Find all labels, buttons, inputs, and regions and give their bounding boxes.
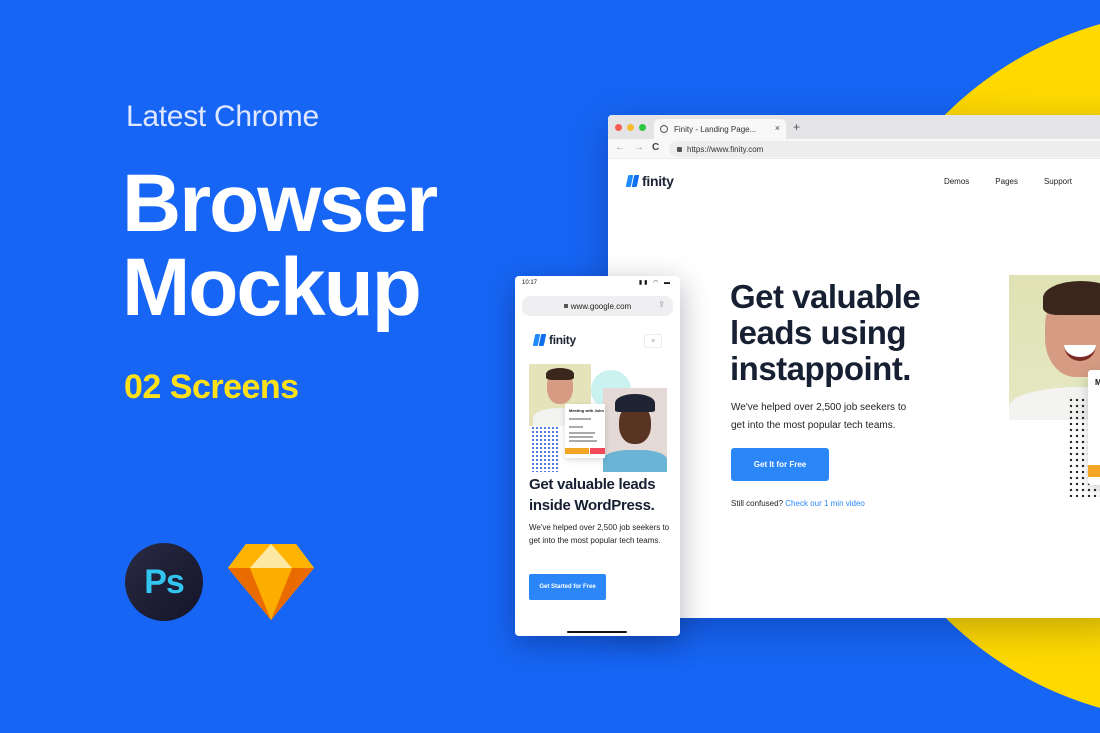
get-it-free-button[interactable]: Get It for Free — [731, 448, 829, 481]
url-input[interactable]: https://www.finity.com — [669, 141, 1100, 157]
globe-icon — [660, 125, 668, 133]
minimize-window-button[interactable] — [627, 124, 634, 131]
photo-shirt — [603, 450, 667, 472]
mobile-hero-art: Meeting with John — [529, 364, 667, 472]
confused-note: Still confused? Check our 1 min video — [731, 499, 865, 508]
meeting-card-title: Meeting with John — [569, 408, 604, 413]
card-text-line — [569, 440, 597, 442]
close-tab-icon[interactable]: × — [775, 123, 780, 133]
phone-mockup: 10:17 ▮▮ ◠ ▬ www.google.com ⇪ finity ≡ M… — [515, 276, 680, 636]
mobile-photo-2 — [603, 388, 667, 472]
lock-icon — [563, 304, 568, 308]
meeting-card-button[interactable] — [1088, 465, 1100, 477]
finity-logo-icon — [533, 334, 547, 346]
photoshop-icon: Ps — [125, 543, 203, 621]
video-link[interactable]: Check our 1 min video — [785, 499, 865, 508]
home-indicator[interactable] — [567, 631, 627, 633]
status-icons: ▮▮ ◠ ▬ — [638, 280, 672, 286]
hero-subtitle: 02 Screens — [124, 368, 299, 406]
lock-icon — [677, 146, 682, 152]
card-accept-button[interactable] — [565, 448, 589, 454]
meeting-card: M — [1088, 370, 1100, 485]
sketch-icon — [228, 544, 314, 620]
page-description: We've helped over 2,500 job seekers to g… — [731, 402, 907, 431]
reload-icon[interactable]: C — [652, 142, 659, 153]
url-text: https://www.finity.com — [687, 144, 764, 154]
photoshop-icon-label: Ps — [144, 562, 185, 601]
mobile-headline: Get valuable leads inside WordPress. — [529, 474, 674, 516]
card-decline-button[interactable] — [590, 448, 605, 454]
mobile-url-bar[interactable]: www.google.com ⇪ — [522, 296, 673, 316]
status-time: 10:17 — [522, 280, 538, 286]
mobile-url-text: www.google.com — [570, 301, 632, 311]
hamburger-menu-icon[interactable]: ≡ — [644, 334, 662, 348]
logo-text: finity — [642, 173, 674, 189]
site-logo[interactable]: finity — [626, 173, 674, 189]
hero-title-line2: Mockup — [122, 242, 422, 333]
site-header: finity Demos Pages Support — [608, 159, 1100, 207]
photo-hair — [546, 368, 574, 380]
headline-line: Get valuable leads — [529, 476, 656, 493]
card-text-line — [569, 436, 593, 438]
hero-title: Browser Mockup — [122, 158, 438, 333]
finity-logo-icon — [626, 175, 640, 187]
mobile-logo[interactable]: finity — [533, 333, 576, 347]
get-started-button[interactable]: Get Started for Free — [529, 574, 606, 600]
headline-line: inside WordPress. — [529, 497, 655, 514]
forward-arrow-icon[interactable]: → — [634, 142, 644, 153]
mobile-meeting-card: Meeting with John — [565, 404, 605, 458]
nav-link-pages[interactable]: Pages — [995, 177, 1018, 186]
mobile-description: We've helped over 2,500 job seekers to g… — [529, 523, 670, 545]
back-arrow-icon[interactable]: ← — [615, 142, 625, 153]
hero-kicker: Latest Chrome — [126, 100, 319, 133]
tab-title: Finity - Landing Page... — [674, 124, 757, 134]
page-headline: Get valuable leads using instappoint. — [730, 278, 921, 387]
meeting-card-title: M — [1095, 378, 1100, 387]
maximize-window-button[interactable] — [639, 124, 646, 131]
close-window-button[interactable] — [615, 124, 622, 131]
confused-text: Still confused? — [731, 499, 784, 508]
share-icon[interactable]: ⇪ — [658, 300, 665, 309]
photo-cap — [615, 394, 655, 412]
nav-link-support[interactable]: Support — [1044, 177, 1072, 186]
photo-hair — [1043, 281, 1100, 315]
card-text-line — [569, 426, 583, 428]
site-nav-links: Demos Pages Support — [944, 177, 1072, 186]
tab-finity[interactable]: Finity - Landing Page... × — [654, 119, 786, 139]
new-tab-button[interactable]: + — [793, 120, 800, 134]
tab-bar: Finity - Landing Page... × + — [608, 115, 1100, 139]
card-text-line — [569, 432, 595, 434]
mobile-logo-text: finity — [549, 333, 576, 347]
headline-line: Get valuable — [730, 278, 921, 315]
headline-line: instappoint. — [730, 350, 911, 387]
hero-title-line1: Browser — [122, 158, 438, 249]
headline-line: leads using — [730, 314, 907, 351]
browser-window: Finity - Landing Page... × + ← → C https… — [608, 115, 1100, 618]
dots-pattern — [531, 426, 559, 472]
nav-link-demos[interactable]: Demos — [944, 177, 969, 186]
address-bar: ← → C https://www.finity.com — [608, 139, 1100, 159]
card-text-line — [569, 418, 591, 420]
